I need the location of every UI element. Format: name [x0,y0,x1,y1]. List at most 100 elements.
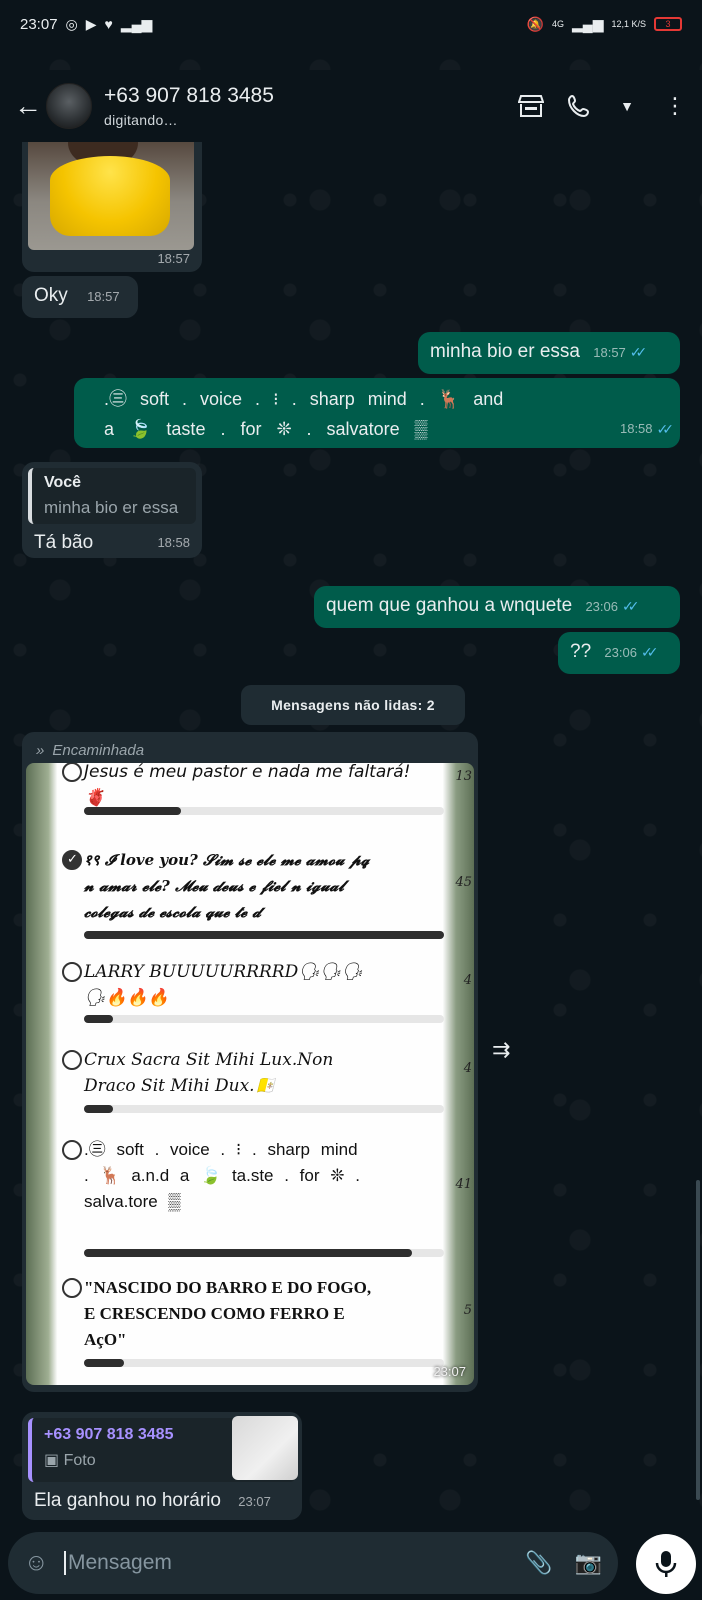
poll-option: Jesus é meu pastor e nada me faltará! 🫀 … [62,763,472,815]
heart-icon: ♥ [104,16,113,32]
message-text-line: a 🍃 taste . for ❊ . salvatore ▒ [104,419,428,439]
message-bubble-out[interactable]: minha bio er essa 18:57 ✓✓ [418,332,680,374]
unread-divider: Mensagens não lidas: 2 [241,685,465,725]
message-text-line: .㊂ soft . voice . ⁝ . sharp mind . 🦌 and [104,389,504,409]
quoted-message[interactable]: +63 907 818 3485 ▣ Foto [28,1416,298,1482]
message-input-bar: ☺ 📎 📷 [8,1532,618,1594]
poll-radio [62,1050,82,1070]
message-time: 18:58 [157,535,190,550]
forwarded-text: Encaminhada [52,742,145,759]
mute-icon: 🔕 [526,15,544,32]
whatsapp-icon: ◎ [65,15,78,32]
forwarded-image-message[interactable]: » Encaminhada Jesus é meu pastor e nada … [22,732,478,1392]
message-text: quem que ganhou a wnquete [326,595,573,616]
poll-radio [62,1140,82,1160]
message-text: Ela ganhou no horário [34,1490,221,1511]
emoji-sticker-icon[interactable]: ☺ [24,1549,54,1577]
forward-arrow-icon: » [36,742,45,759]
message-bubble-out[interactable]: quem que ganhou a wnquete 23:06 ✓✓ [314,586,680,628]
poll-option: LARRY BUUUUURRRRD🗣🗣🗣🗣🔥🔥🔥 4 [62,959,472,1023]
status-bar: 23:07 ◎ ▶ ♥ ▂▄▆ 🔕 4G ▂▄▆ 12,1 K/S 3 [0,0,702,48]
quoted-author: Você [44,474,82,491]
contact-info[interactable]: +63 907 818 3485 digitando… [104,84,274,128]
chat-area[interactable]: 18:57 Oky 18:57 minha bio er essa 18:57 ✓… [0,142,702,1522]
forwarded-label: » Encaminhada [26,736,474,763]
poll-option: "NASCIDO DO BARRO E DO FOGO, E CRESCENDO… [62,1275,472,1367]
photo-image[interactable] [28,142,194,250]
reply-message[interactable]: Você minha bio er essa Tá bão 18:58 [22,462,202,558]
poll-option-text: Jesus é meu pastor e nada me faltará! 🫀 [84,763,411,808]
poll-option-text: १९ 𝓘 love you? 𝓢𝓲𝓶 𝓼𝓮 𝓮𝓵𝓮 𝓶𝓮 𝓪𝓶𝓸𝓾 𝓹𝓺 𝓷 𝓪… [84,851,370,921]
chevron-down-icon[interactable]: ▼ [614,93,640,119]
phone-call-icon[interactable] [566,93,592,119]
message-text: Tá bão [34,532,94,553]
poll-bar [84,1105,444,1113]
message-bubble-out[interactable]: .㊂ soft . voice . ⁝ . sharp mind . 🦌 and… [74,378,680,448]
poll-option-text: .㊂ soft . voice . ⁝ . sharp mind . 🦌 a.n… [84,1140,360,1211]
message-time: 23:06 [585,599,618,614]
message-text: ?? [570,641,592,662]
youtube-icon: ▶ [85,15,97,32]
poll-bar [84,1015,444,1023]
microphone-icon [655,1551,677,1577]
contact-status: digitando… [104,112,178,128]
network-type: 4G [552,19,565,29]
back-arrow-icon[interactable]: ← [14,90,42,122]
read-ticks-icon: ✓✓ [656,421,675,437]
battery-icon: 3 [654,17,682,31]
poll-bar [84,931,444,939]
read-ticks-icon: ✓✓ [640,644,659,660]
message-time: 23:07 [433,1364,466,1379]
read-ticks-icon: ✓✓ [621,598,640,614]
poll-radio [62,962,82,982]
forward-share-icon[interactable]: ⇉ [492,1037,510,1063]
read-ticks-icon: ✓✓ [629,344,648,360]
poll-bar [84,1249,444,1257]
network-speed: 12,1 K/S [611,19,646,29]
poll-option: .㊂ soft . voice . ⁝ . sharp mind . 🦌 a.n… [62,1137,472,1257]
message-time: 18:57 [593,345,626,360]
scrollbar[interactable] [696,1180,700,1500]
reply-message[interactable]: +63 907 818 3485 ▣ Foto Ela ganhou no ho… [22,1412,302,1520]
message-input[interactable] [64,1551,504,1575]
poll-vote-count: 41 [455,1177,472,1192]
photo-message[interactable]: 18:57 [22,142,202,272]
poll-option: १९ 𝓘 love you? 𝓢𝓲𝓶 𝓼𝓮 𝓮𝓵𝓮 𝓶𝓮 𝓪𝓶𝓸𝓾 𝓹𝓺 𝓷 𝓪… [62,847,472,939]
poll-vote-count: 4 [463,973,472,988]
quoted-message[interactable]: Você minha bio er essa [28,468,196,524]
message-time: 18:57 [87,289,120,304]
poll-screenshot[interactable]: Jesus é meu pastor e nada me faltará! 🫀 … [26,763,474,1385]
status-time: 23:07 [20,15,58,33]
poll-option-text: "NASCIDO DO BARRO E DO FOGO, E CRESCENDO… [84,1278,372,1349]
poll-bar [84,807,444,815]
poll-vote-count: 4 [463,1061,472,1076]
poll-option-text: LARRY BUUUUURRRRD🗣🗣🗣🗣🔥🔥🔥 [84,962,363,1008]
avatar[interactable] [46,83,92,129]
photo-icon: ▣ [44,1452,60,1469]
poll-radio-checked [62,850,82,870]
microphone-button[interactable] [636,1534,696,1594]
chat-header: ← +63 907 818 3485 digitando… ▼ ⋮ [0,70,702,142]
quoted-text: minha bio er essa [44,498,179,517]
battery-level: 3 [665,19,671,29]
message-bubble-out[interactable]: ?? 23:06 ✓✓ [558,632,680,674]
message-time: 18:58 [619,421,653,436]
quoted-photo-thumbnail [232,1416,298,1480]
poll-option: Crux Sacra Sit Mihi Lux.Non Draco Sit Mi… [62,1047,472,1113]
camera-icon[interactable]: 📷 [575,1550,602,1576]
poll-vote-count: 5 [463,1303,472,1318]
attach-icon[interactable]: 📎 [525,1550,552,1576]
message-bubble-in[interactable]: Oky 18:57 [22,276,138,318]
poll-bar [84,1359,444,1367]
poll-option-text: Crux Sacra Sit Mihi Lux.Non Draco Sit Mi… [84,1050,334,1096]
contact-name: +63 907 818 3485 [104,84,274,107]
message-time: 18:57 [157,251,190,266]
quoted-type: Foto [63,1452,96,1469]
more-options-icon[interactable]: ⋮ [662,93,688,119]
signal-icon: ▂▄▆ [120,15,153,32]
message-text: Oky [34,285,68,306]
poll-radio [62,763,82,782]
store-icon[interactable] [518,93,544,119]
message-time: 23:06 [604,645,637,660]
poll-vote-count: 45 [455,875,472,890]
